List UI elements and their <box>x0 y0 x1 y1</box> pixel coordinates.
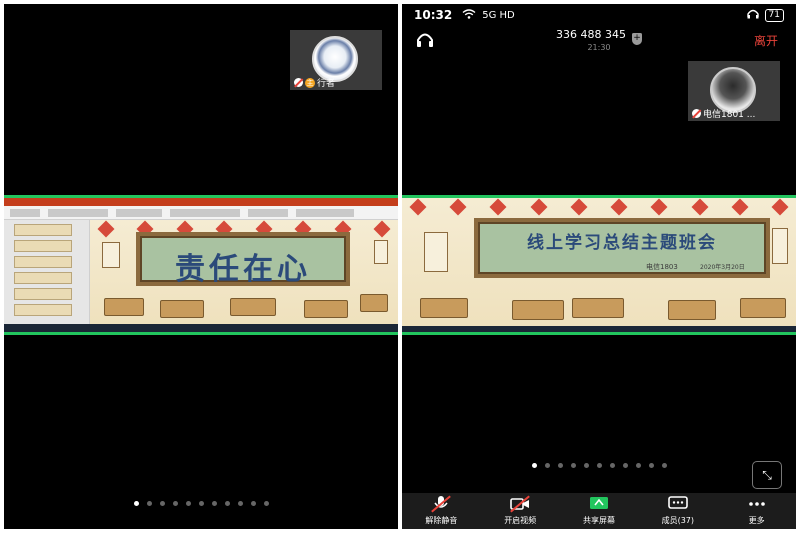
page-dot[interactable] <box>661 463 667 468</box>
leave-meeting-button[interactable]: 离开 <box>754 32 778 49</box>
wall-poster <box>424 232 448 272</box>
mic-muted-icon <box>431 496 451 512</box>
slide-date-label: 2020年3月20日 <box>700 264 745 271</box>
page-dot[interactable] <box>146 501 152 506</box>
chalkboard: 线上学习总结主题班会 电信1803 2020年3月20日 <box>474 218 770 278</box>
status-bar: 10:32 5G HD 71 <box>402 4 796 26</box>
meeting-header: 336 488 345 + 21:30 离开 <box>402 26 796 54</box>
shared-screen-content[interactable]: 责任在心 <box>4 195 398 335</box>
battery-level: 71 <box>764 8 784 22</box>
members-icon <box>667 496 688 512</box>
page-dot[interactable] <box>609 463 615 468</box>
headphone-status-icon <box>746 8 759 22</box>
page-dot[interactable] <box>596 463 602 468</box>
participant-name: 行者 <box>317 79 336 89</box>
fullscreen-icon[interactable]: ⤡ <box>752 461 782 489</box>
slide-thumbnail-pane <box>4 220 90 324</box>
video-off-icon <box>510 496 530 512</box>
page-dot[interactable] <box>583 463 589 468</box>
desk <box>160 300 204 318</box>
windows-taskbar <box>4 324 398 332</box>
slide-title: 责任在心 <box>175 252 311 287</box>
bunting-decoration <box>409 198 789 216</box>
meeting-toolbar: 解除静音 开启视频 共享屏幕 成员(37) 更多 <box>402 493 796 529</box>
mic-muted-icon <box>692 109 701 118</box>
page-dot[interactable] <box>250 501 256 506</box>
windows-taskbar <box>402 326 796 332</box>
share-screen-icon <box>589 496 609 512</box>
tool-label: 成员(37) <box>661 516 694 525</box>
status-time: 10:32 <box>414 8 453 22</box>
page-dot[interactable] <box>185 501 191 506</box>
chalkboard: 责任在心 <box>136 232 350 287</box>
ppt-ribbon <box>4 206 398 220</box>
wall-poster <box>772 228 788 264</box>
page-dot[interactable] <box>557 463 563 468</box>
page-dot[interactable] <box>237 501 243 506</box>
desk <box>360 294 388 312</box>
desk <box>668 300 716 320</box>
tool-label: 解除静音 <box>425 516 458 525</box>
shared-screen-content[interactable]: 线上学习总结主题班会 电信1803 2020年3月20日 <box>402 195 796 335</box>
desk <box>740 298 786 318</box>
self-name-label: 主 行者 <box>294 76 335 89</box>
slide-canvas: 线上学习总结主题班会 电信1803 2020年3月20日 <box>402 198 796 326</box>
self-video-thumbnail[interactable]: 主 行者 <box>290 30 382 90</box>
page-dot[interactable] <box>570 463 576 468</box>
meeting-duration: 21:30 <box>587 43 611 52</box>
network-type: 5G HD <box>482 9 515 21</box>
desk <box>572 298 624 318</box>
members-button[interactable]: 成员(37) <box>638 493 717 529</box>
participant-name: 电信1801 ... <box>703 110 756 120</box>
slide-canvas: 责任在心 <box>90 220 398 324</box>
self-video-thumbnail[interactable]: 电信1801 ... <box>688 61 780 121</box>
host-icon: 主 <box>305 77 315 88</box>
page-dot[interactable] <box>531 463 537 468</box>
wall-poster <box>102 242 120 268</box>
right-meeting-screen: 10:32 5G HD 71 336 488 345 + 21:30 离开 电信… <box>402 4 796 529</box>
start-video-button[interactable]: 开启视频 <box>481 493 560 529</box>
wall-poster <box>374 240 388 264</box>
page-dot[interactable] <box>224 501 230 506</box>
unmute-button[interactable]: 解除静音 <box>402 493 481 529</box>
desk <box>104 298 144 316</box>
share-screen-button[interactable]: 共享屏幕 <box>560 493 639 529</box>
tool-label: 更多 <box>748 516 765 525</box>
ppt-titlebar <box>4 198 398 206</box>
tool-label: 开启视频 <box>504 516 537 525</box>
page-dot[interactable] <box>172 501 178 506</box>
tool-label: 共享屏幕 <box>582 516 615 525</box>
page-dot[interactable] <box>648 463 654 468</box>
desk <box>304 300 348 318</box>
page-dot[interactable] <box>544 463 550 468</box>
more-button[interactable]: 更多 <box>717 493 796 529</box>
page-dot[interactable] <box>159 501 165 506</box>
wifi-icon <box>462 8 476 22</box>
desk <box>420 298 468 318</box>
page-indicator[interactable] <box>4 501 398 506</box>
slide-class-label: 电信1803 <box>646 263 678 271</box>
page-dot[interactable] <box>211 501 217 506</box>
slide-title: 线上学习总结主题班会 <box>527 233 717 253</box>
page-dot[interactable] <box>198 501 204 506</box>
self-name-label: 电信1801 ... <box>692 107 755 120</box>
page-indicator[interactable] <box>402 463 796 468</box>
mic-muted-icon <box>294 78 303 87</box>
screenshot-root: 主 行者 责任在心 10:32 5G HD 71 336 488 345 + 2… <box>0 0 800 533</box>
page-dot[interactable] <box>635 463 641 468</box>
page-dot[interactable] <box>622 463 628 468</box>
desk <box>512 300 564 320</box>
page-dot[interactable] <box>263 501 269 506</box>
left-meeting-screen: 主 行者 责任在心 <box>4 4 398 529</box>
more-icon <box>747 496 767 512</box>
desk <box>230 298 276 316</box>
page-dot[interactable] <box>133 501 139 506</box>
